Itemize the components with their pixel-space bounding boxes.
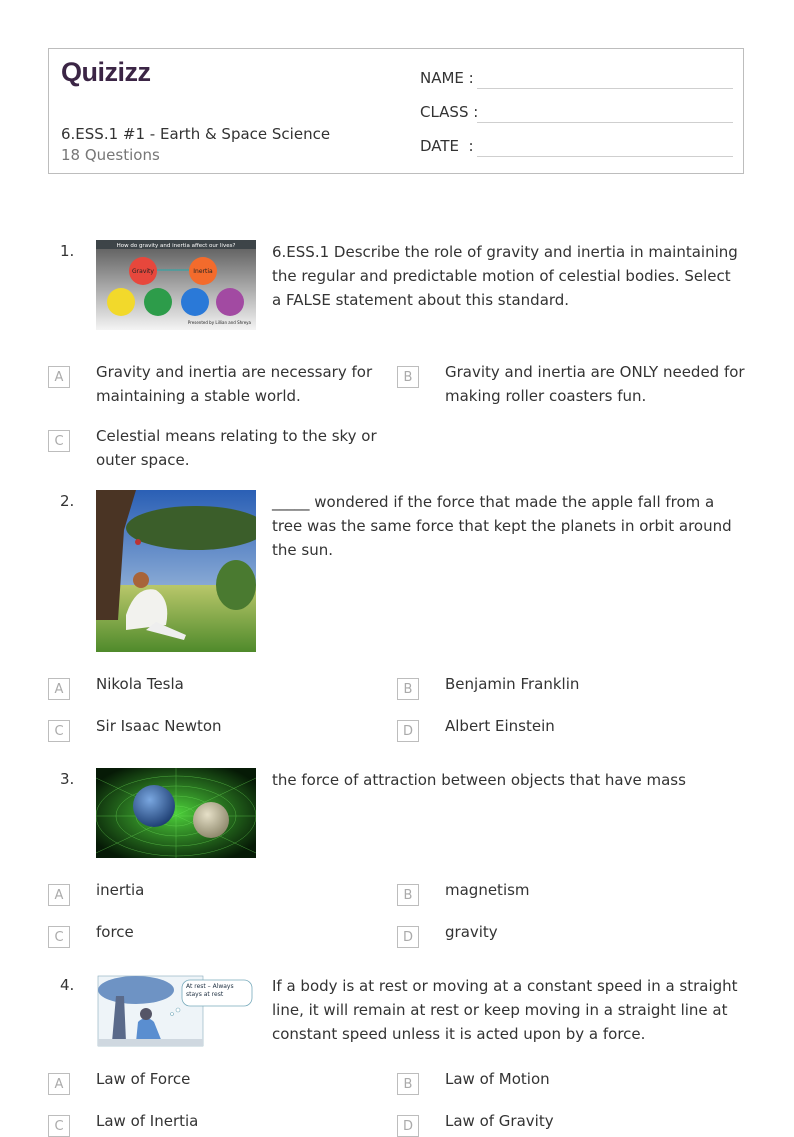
option-letter-box[interactable]: C (48, 720, 70, 742)
option-text: inertia (96, 881, 145, 899)
name-field[interactable]: NAME : (420, 69, 733, 89)
class-line[interactable] (477, 122, 733, 123)
question-number: 1. (60, 242, 75, 260)
question-image (96, 768, 256, 858)
question-image: At rest – Always stays at rest (96, 974, 256, 1049)
option-letter-box[interactable]: B (397, 678, 419, 700)
date-line[interactable] (477, 156, 733, 157)
presenter-label: Presented by Lillian and Shreya (188, 320, 252, 325)
image-caption: How do gravity and inertia affect our li… (117, 243, 236, 249)
gravity-label: Gravity (132, 268, 154, 275)
option-text: Benjamin Franklin (445, 675, 580, 693)
option-letter-box[interactable]: B (397, 884, 419, 906)
option-letter-box[interactable]: A (48, 678, 70, 700)
option-letter-box[interactable]: C (48, 1115, 70, 1137)
question-number: 4. (60, 976, 75, 994)
worksheet-title: 6.ESS.1 #1 - Earth & Space Science (61, 125, 331, 143)
name-label: NAME : (420, 69, 474, 87)
option-text: Celestial means relating to the sky or o… (96, 427, 377, 469)
question-image: How do gravity and inertia affect our li… (96, 240, 256, 330)
worksheet-header: Quizizz 6.ESS.1 #1 - Earth & Space Scien… (48, 48, 744, 174)
question-number: 2. (60, 492, 75, 510)
option-text: magnetism (445, 881, 530, 899)
option-letter-box[interactable]: C (48, 926, 70, 948)
option-letter-box[interactable]: A (48, 366, 70, 388)
option-letter-box[interactable]: D (397, 926, 419, 948)
class-label: CLASS : (420, 103, 479, 121)
class-field[interactable]: CLASS : (420, 103, 733, 123)
question-text: the force of attraction between objects … (272, 771, 686, 789)
date-label: DATE : (420, 137, 474, 155)
question-text: _____ wondered if the force that made th… (272, 493, 732, 559)
option-letter-box[interactable]: B (397, 1073, 419, 1095)
option-text: Gravity and inertia are necessary for ma… (96, 363, 373, 405)
date-field[interactable]: DATE : (420, 137, 733, 157)
inertia-label: Inertia (193, 268, 213, 275)
option-text: Law of Force (96, 1070, 191, 1088)
option-text: Nikola Tesla (96, 675, 184, 693)
image-bubble-text: At rest – Always stays at rest (186, 983, 234, 998)
question-number: 3. (60, 770, 75, 788)
option-letter-box[interactable]: D (397, 720, 419, 742)
option-text: Law of Inertia (96, 1112, 199, 1130)
option-text: force (96, 923, 134, 941)
option-letter-box[interactable]: B (397, 366, 419, 388)
option-letter-box[interactable]: A (48, 1073, 70, 1095)
option-text: Albert Einstein (445, 717, 555, 735)
option-text: Law of Motion (445, 1070, 550, 1088)
option-letter-box[interactable]: C (48, 430, 70, 452)
option-letter-box[interactable]: A (48, 884, 70, 906)
question-text: 6.ESS.1 Describe the role of gravity and… (272, 243, 738, 309)
option-letter-box[interactable]: D (397, 1115, 419, 1137)
question-image (96, 490, 256, 652)
option-text: Gravity and inertia are ONLY needed for … (445, 363, 745, 405)
option-text: Sir Isaac Newton (96, 717, 222, 735)
question-text: If a body is at rest or moving at a cons… (272, 977, 738, 1043)
option-text: gravity (445, 923, 498, 941)
name-line[interactable] (477, 88, 733, 89)
quizizz-logo: Quizizz (61, 57, 151, 87)
question-count: 18 Questions (61, 146, 160, 164)
option-text: Law of Gravity (445, 1112, 554, 1130)
